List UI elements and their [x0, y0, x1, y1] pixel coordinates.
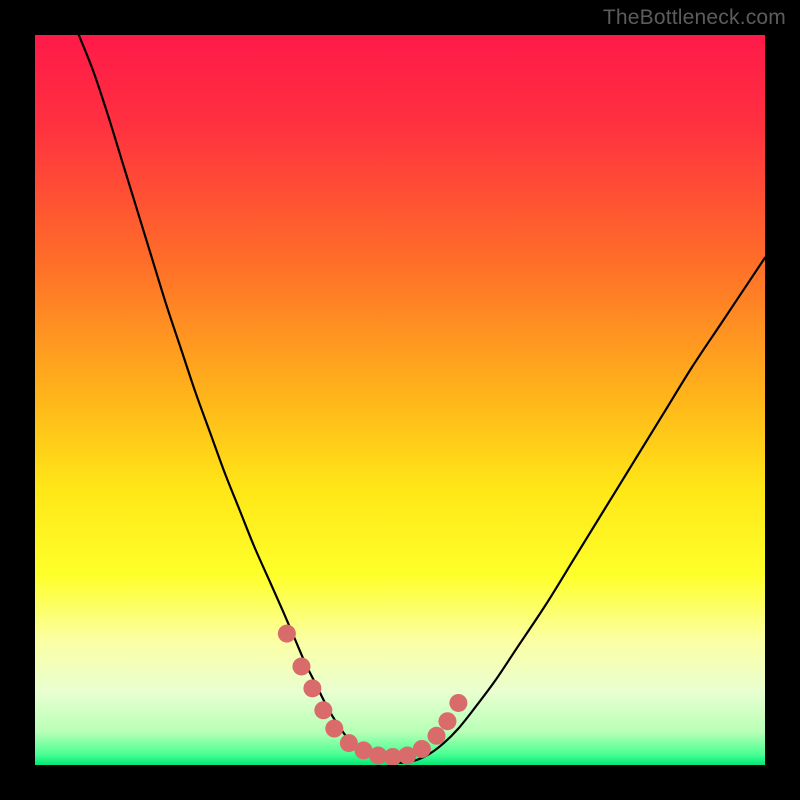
marker-point: [314, 701, 332, 719]
plot-area: [35, 35, 765, 765]
curve-layer: [35, 35, 765, 765]
marker-point: [325, 720, 343, 738]
marker-point: [413, 740, 431, 758]
marker-group: [278, 625, 468, 765]
marker-point: [428, 727, 446, 745]
marker-point: [303, 679, 321, 697]
watermark-text: TheBottleneck.com: [603, 6, 786, 30]
marker-point: [278, 625, 296, 643]
bottleneck-curve: [79, 35, 765, 763]
marker-point: [292, 657, 310, 675]
chart-frame: TheBottleneck.com: [0, 0, 800, 800]
marker-point: [438, 712, 456, 730]
marker-point: [449, 694, 467, 712]
